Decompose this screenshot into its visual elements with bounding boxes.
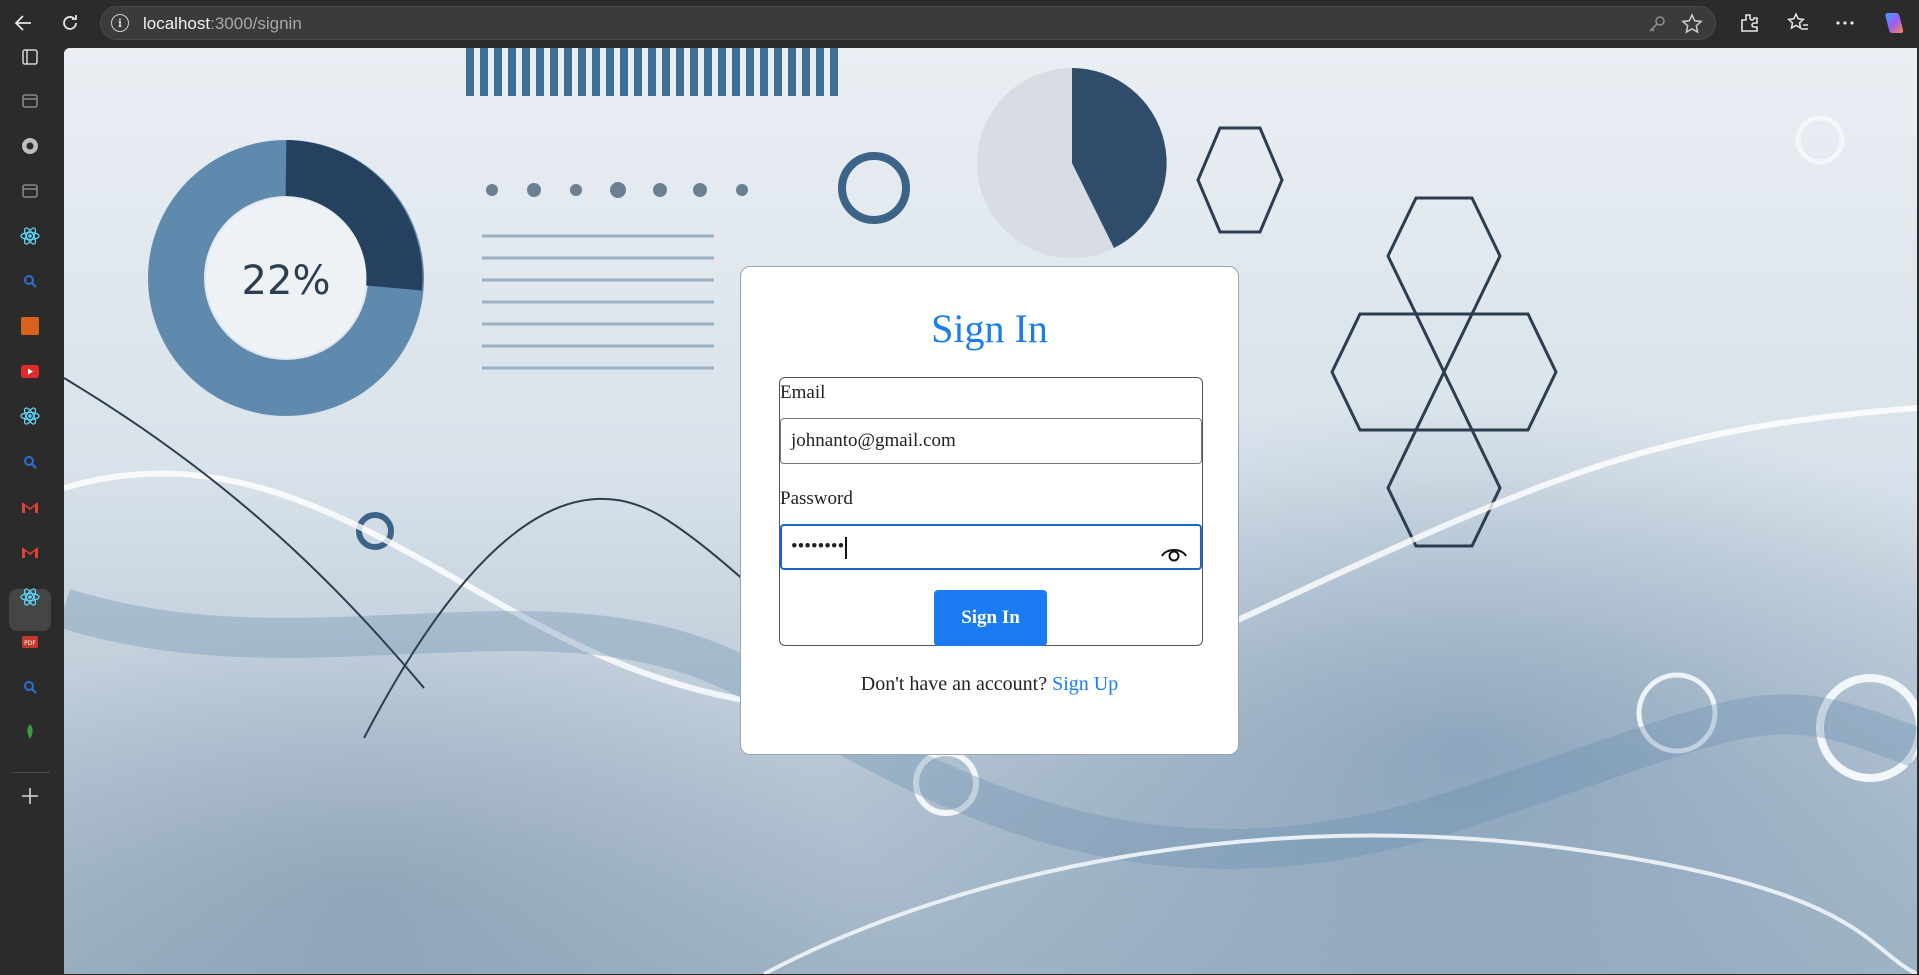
signin-form: Email johnanto@gmail.com Password ••••••…	[779, 377, 1203, 646]
tab-youtube-icon[interactable]	[16, 357, 44, 385]
address-bar[interactable]: i localhost:3000/signin	[100, 6, 1716, 40]
url-host: localhost	[143, 14, 211, 33]
email-label: Email	[780, 382, 826, 403]
tab-react-icon[interactable]	[16, 583, 44, 611]
page-viewport: 22% Sign In Email johnanto@gmail.com Pas…	[64, 48, 1917, 974]
svg-text:PDF: PDF	[24, 640, 36, 647]
key-icon[interactable]	[1647, 14, 1667, 39]
page-title: Sign In	[931, 306, 1048, 351]
tab-search-icon[interactable]	[16, 448, 44, 476]
email-value: johnanto@gmail.com	[791, 430, 956, 451]
password-label: Password	[780, 488, 853, 509]
copilot-icon[interactable]	[1878, 8, 1908, 38]
browser-toolbar: i localhost:3000/signin	[0, 0, 1919, 46]
text-caret	[845, 536, 847, 559]
tab-pdf-icon[interactable]: PDF	[16, 628, 44, 656]
more-icon[interactable]	[1830, 8, 1860, 38]
plus-icon[interactable]	[16, 782, 44, 810]
url-text[interactable]: localhost:3000/signin	[143, 14, 302, 34]
signup-prompt-text: Don't have an account?	[860, 673, 1048, 695]
svg-text:22%: 22%	[242, 258, 331, 304]
tab-page-icon[interactable]	[16, 177, 44, 205]
tab-gmail-icon[interactable]	[16, 538, 44, 566]
signup-prompt: Don't have an account? Sign Up	[741, 673, 1238, 696]
signup-link[interactable]: Sign Up	[1052, 673, 1118, 695]
tab-mongodb-icon[interactable]	[16, 718, 44, 746]
info-icon[interactable]: i	[111, 14, 129, 32]
back-icon[interactable]	[9, 8, 39, 38]
signin-card: Sign In Email johnanto@gmail.com Passwor…	[740, 266, 1239, 755]
tab-page-icon[interactable]	[16, 87, 44, 115]
url-path: :3000/signin	[210, 14, 302, 33]
tab-actions-icon[interactable]	[16, 43, 44, 71]
reload-icon[interactable]	[55, 8, 85, 38]
favorites-icon[interactable]	[1783, 8, 1813, 38]
tab-chrome-icon[interactable]	[16, 132, 44, 160]
extensions-icon[interactable]	[1734, 8, 1764, 38]
tab-gmail-icon[interactable]	[16, 493, 44, 521]
tab-search-icon[interactable]	[16, 673, 44, 701]
signin-button[interactable]: Sign In	[934, 590, 1047, 646]
show-password-eye-icon[interactable]	[1160, 538, 1188, 562]
password-value: ••••••••	[791, 536, 845, 557]
sidebar-divider	[12, 772, 50, 773]
tab-search-icon[interactable]	[16, 267, 44, 295]
password-field[interactable]: ••••••••	[780, 524, 1202, 570]
tab-react-icon[interactable]	[16, 402, 44, 430]
favorite-star-icon[interactable]	[1681, 13, 1703, 40]
vertical-tabs-sidebar: PDF	[0, 46, 62, 975]
email-field[interactable]: johnanto@gmail.com	[780, 418, 1202, 464]
tab-react-icon[interactable]	[16, 222, 44, 250]
tab-orange-icon[interactable]	[16, 312, 44, 340]
